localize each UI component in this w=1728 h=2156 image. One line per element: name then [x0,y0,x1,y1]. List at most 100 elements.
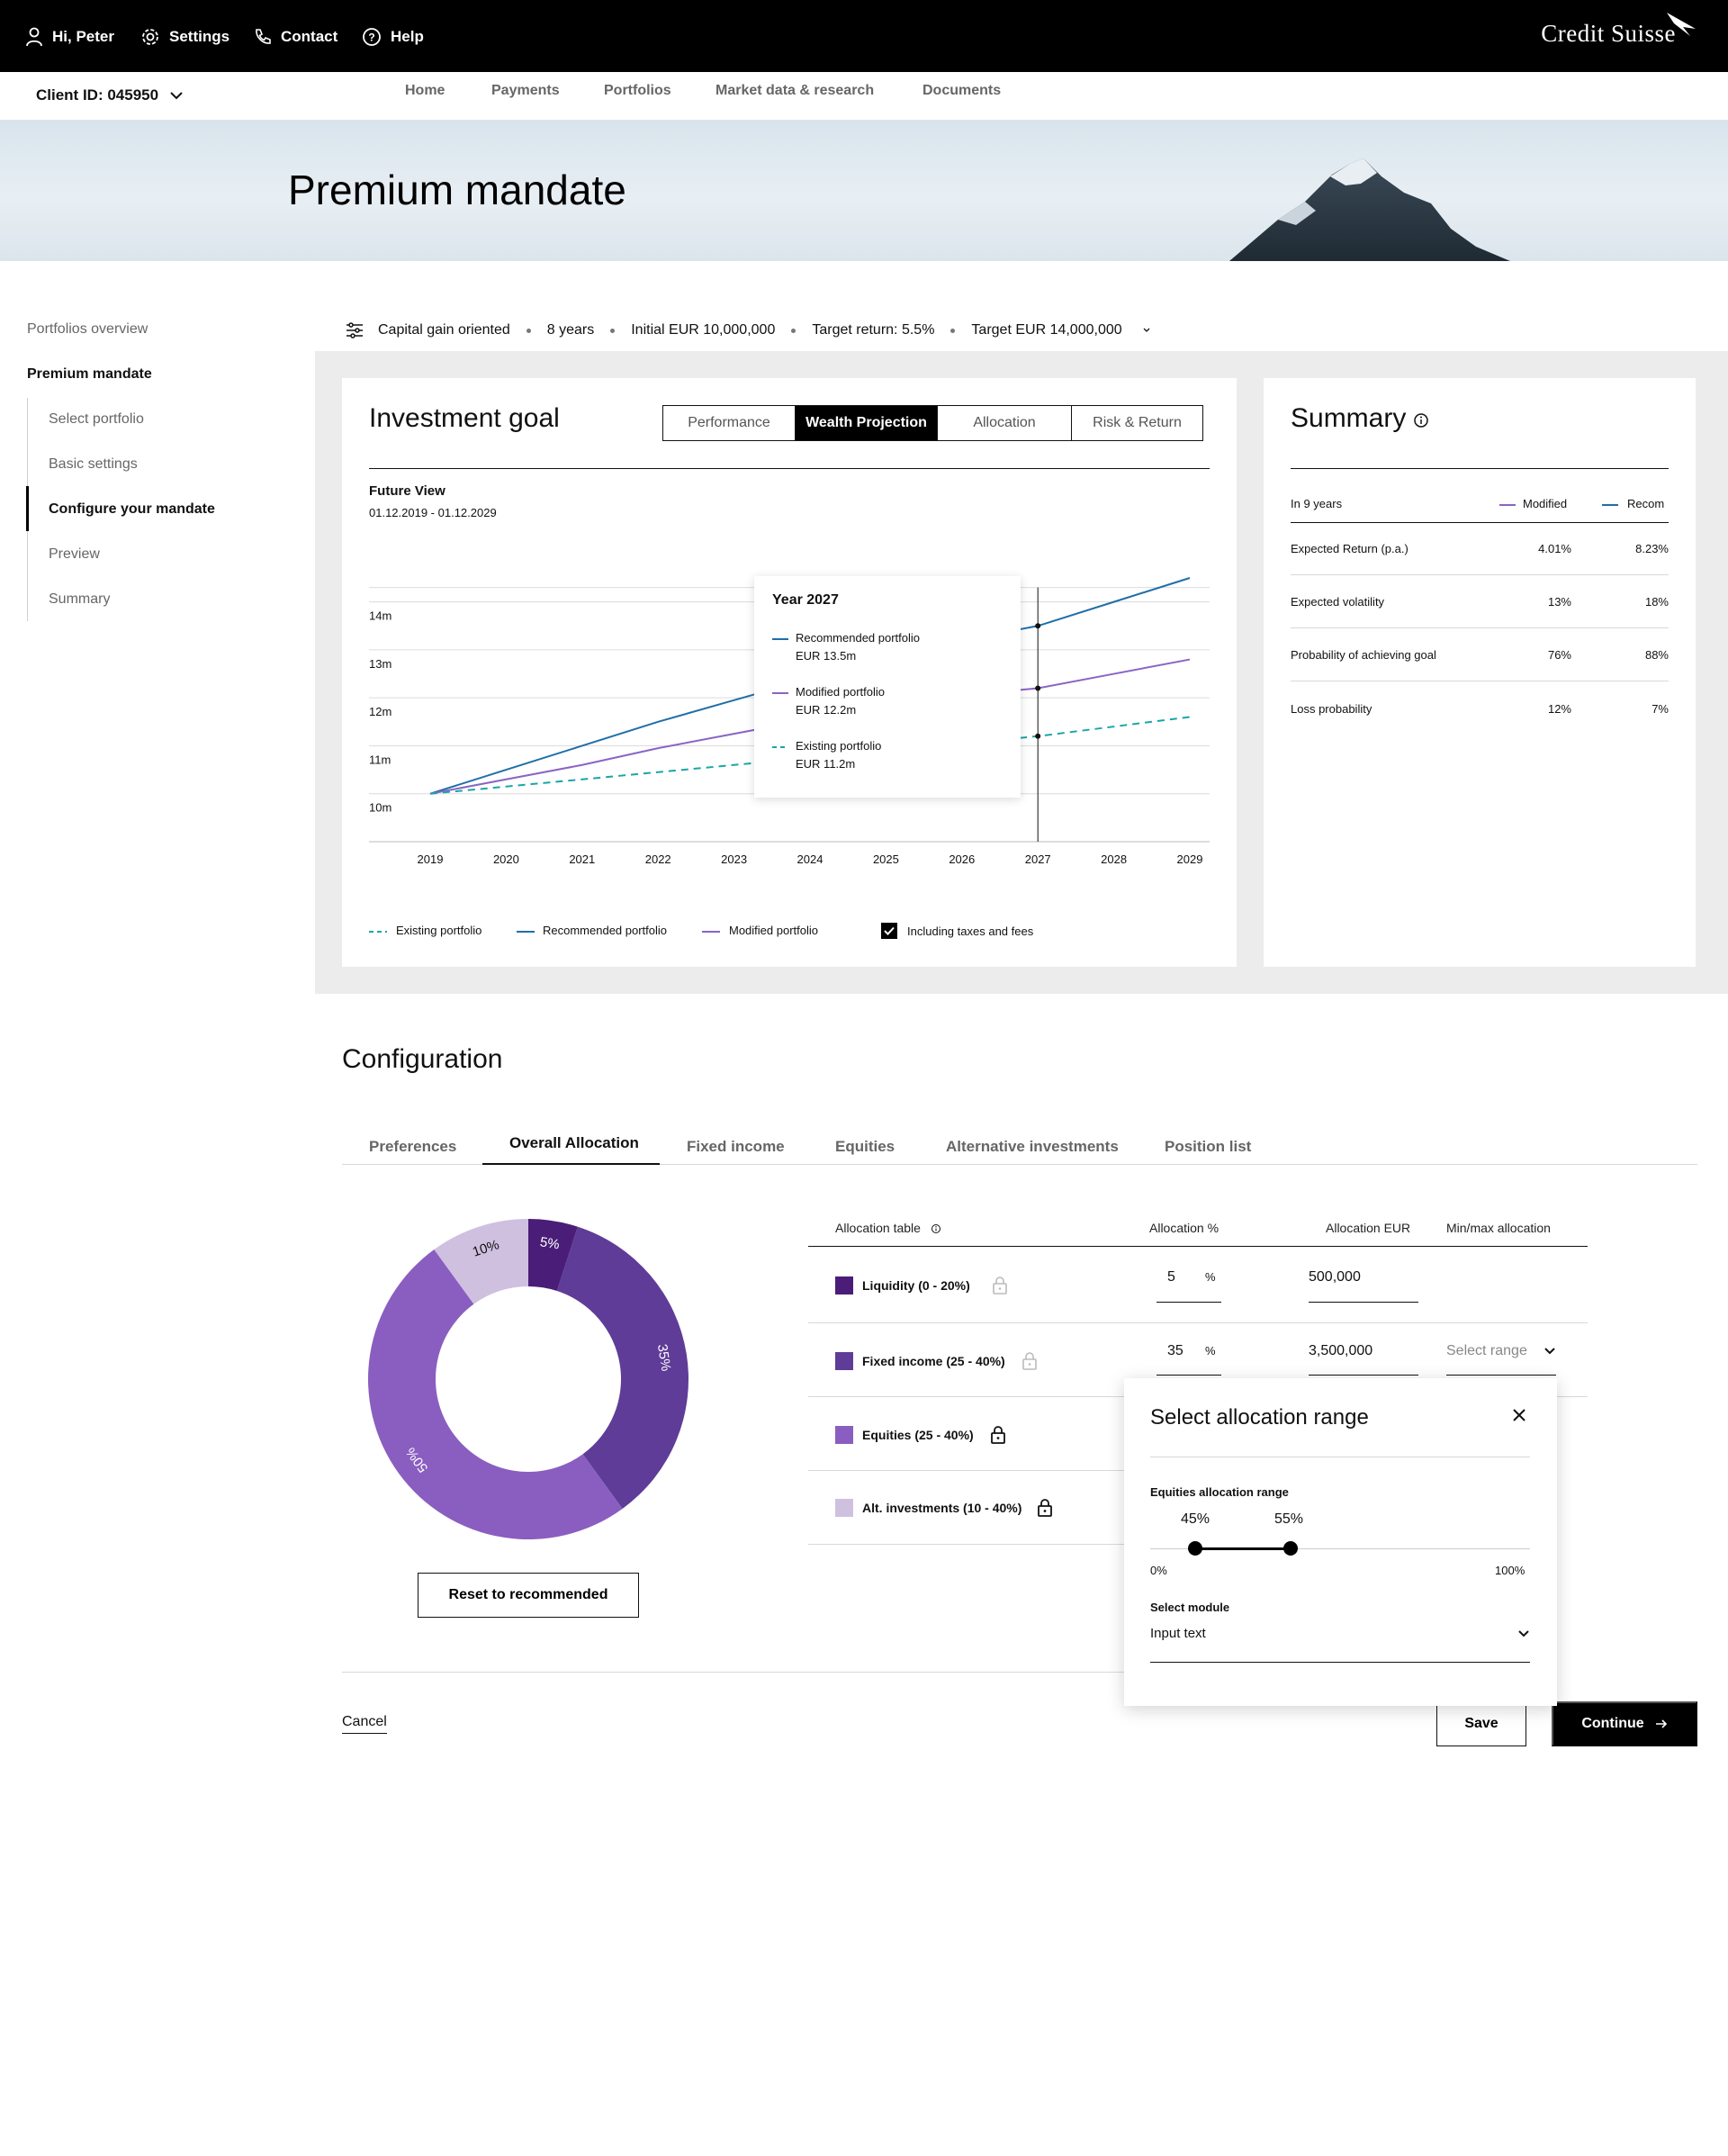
summary-row: Loss probability 12% 7% [1291,682,1669,735]
highlight-point [1035,623,1041,629]
summary-row-label: Expected Return (p.a.) [1291,542,1408,555]
help-icon: ? [363,28,381,46]
cancel-link[interactable]: Cancel [342,1714,387,1734]
summary-row-recommended: 8.23% [1635,542,1669,555]
leftnav-step-summary[interactable]: Summary [49,591,110,608]
allocation-pct-input[interactable]: 5 [1167,1269,1175,1285]
module-select-value: Input text [1150,1626,1206,1641]
leftnav-step-basic-settings[interactable]: Basic settings [49,456,138,473]
close-icon[interactable] [1511,1407,1527,1423]
save-button[interactable]: Save [1436,1701,1526,1746]
row-divider [808,1322,1588,1323]
row-divider [808,1544,1124,1545]
y-tick-label: 12m [369,705,392,718]
chevron-down-icon [1143,328,1150,332]
allocation-row-label: Fixed income (25 - 40%) [862,1354,1005,1368]
legend-swatch-existing [369,931,387,933]
y-tick-label: 13m [369,657,392,671]
input-underline [1309,1302,1418,1303]
nav-home[interactable]: Home [405,83,445,99]
select-range-dropdown[interactable]: Select range [1446,1343,1556,1359]
contact-label: Contact [281,28,338,45]
taxes-checkbox[interactable]: Including taxes and fees [880,922,1033,940]
config-tab-overall-allocation[interactable]: Overall Allocation [509,1134,639,1152]
allocation-row-alt-investments: Alt. investments (10 - 40%) [835,1499,1022,1517]
user-icon [26,27,42,47]
input-underline [1156,1375,1221,1376]
module-label: Select module [1150,1601,1230,1614]
settings-link[interactable]: Settings [140,23,230,50]
module-select[interactable]: Input text [1150,1626,1530,1641]
allocation-eur-input[interactable]: 500,000 [1309,1269,1361,1285]
allocation-row-label: Equities (25 - 40%) [862,1428,974,1442]
taxes-checkbox-label: Including taxes and fees [907,924,1034,938]
allocation-eur-input[interactable]: 3,500,000 [1309,1343,1372,1359]
color-swatch [835,1499,853,1517]
continue-button[interactable]: Continue [1552,1701,1697,1746]
greeting-label: Hi, Peter [52,28,114,45]
y-tick-label: 14m [369,609,392,623]
brand-logo-text: Credit Suisse [1541,20,1676,47]
x-tick-label: 2024 [797,852,824,866]
config-tab-fixed-income[interactable]: Fixed income [687,1138,785,1156]
summary-row-label: Expected volatility [1291,595,1385,609]
divider [1291,468,1669,469]
summary-row-recommended: 18% [1644,595,1669,609]
nav-market-data[interactable]: Market data & research [716,83,874,99]
filter-target-amount: Target EUR 14,000,000 [971,322,1122,338]
range-high-value: 55% [1274,1511,1304,1527]
contact-link[interactable]: Contact [254,23,338,50]
range-label: Equities allocation range [1150,1485,1289,1499]
leftnav-step-select-portfolio[interactable]: Select portfolio [49,411,144,428]
config-tab-alternative-investments[interactable]: Alternative investments [946,1138,1119,1156]
tooltip-item: Existing portfolio EUR 11.2m [796,737,881,773]
sliders-icon [346,322,363,338]
leftnav-portfolios-overview[interactable]: Portfolios overview [27,321,148,338]
config-tab-preferences[interactable]: Preferences [369,1138,456,1156]
leftnav-step-preview[interactable]: Preview [49,546,100,563]
tooltip-item-value: EUR 11.2m [796,757,856,771]
x-tick-label: 2023 [721,852,747,866]
lock-open-icon[interactable] [1022,1352,1038,1370]
chevron-down-icon [1544,1348,1555,1355]
mountain-image [1229,158,1510,261]
config-tab-equities[interactable]: Equities [835,1138,895,1156]
summary-row-modified: 76% [1547,648,1571,662]
slider-handle-high[interactable] [1283,1541,1298,1556]
donut-slice-label: 5% [539,1234,561,1252]
reset-to-recommended-button[interactable]: Reset to recommended [418,1573,639,1618]
legend-swatch-recommended [517,931,535,933]
nav-portfolios[interactable]: Portfolios [604,83,671,99]
color-swatch [835,1276,853,1295]
summary-period: In 9 years [1291,497,1343,510]
input-underline [1309,1375,1418,1376]
user-greeting[interactable]: Hi, Peter [25,23,114,50]
leftnav-section-title[interactable]: Premium mandate [27,366,152,383]
chevron-down-icon [1518,1629,1529,1637]
y-tick-label: 10m [369,801,392,815]
info-icon[interactable] [931,1223,941,1234]
nav-documents[interactable]: Documents [922,83,1001,99]
config-tab-position-list[interactable]: Position list [1165,1138,1251,1156]
info-icon[interactable] [1413,412,1429,428]
lock-open-icon[interactable] [992,1276,1008,1295]
slider-handle-low[interactable] [1188,1541,1202,1556]
summary-row-modified: 4.01% [1538,542,1571,555]
leftnav-step-configure[interactable]: Configure your mandate [49,501,215,518]
mandate-filter-bar[interactable]: Capital gain oriented 8 years Initial EU… [346,317,1151,344]
help-link[interactable]: ? Help [362,23,424,50]
nav-payments[interactable]: Payments [491,83,560,99]
tooltip-title: Year 2027 [772,592,839,608]
table-header-divider [808,1246,1588,1247]
input-underline [1156,1302,1221,1303]
allocation-row-label: Liquidity (0 - 20%) [862,1278,970,1293]
lock-closed-icon[interactable] [1037,1498,1053,1518]
row-divider [808,1470,1124,1471]
summary-row-label: Loss probability [1291,701,1372,716]
x-tick-label: 2027 [1025,852,1051,866]
tooltip-item-value: EUR 12.2m [796,703,857,717]
x-tick-label: 2021 [569,852,595,866]
allocation-pct-input[interactable]: 35 [1167,1343,1184,1359]
lock-closed-icon[interactable] [990,1425,1006,1445]
client-id-selector[interactable]: Client ID: 045950 [36,86,184,104]
